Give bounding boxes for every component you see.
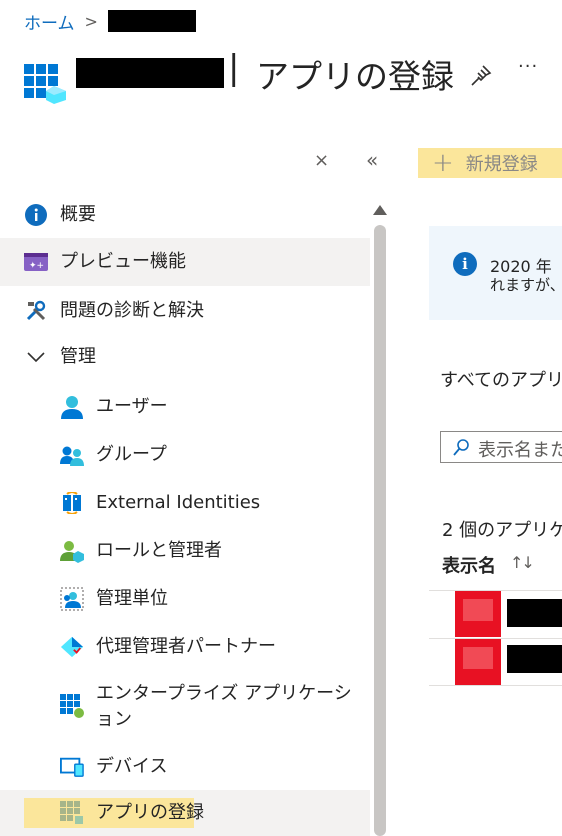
- sidebar-item-label: 管理単位: [96, 588, 168, 609]
- info-banner-text-line2: れますが、: [490, 276, 562, 294]
- preview-features-icon: ✦+: [24, 250, 48, 274]
- search-placeholder: 表示名また: [478, 440, 562, 461]
- tab-all-applications[interactable]: すべてのアプリケ: [440, 366, 562, 392]
- devices-icon: [60, 755, 84, 779]
- breadcrumb-tenant-redacted[interactable]: [107, 10, 196, 32]
- sidebar-nav: 概要 ✦+ プレビュー機能 問題の診断と解決 管理 ユーザー グループ Exte…: [0, 190, 370, 836]
- sidebar-item-label: 代理管理者パートナー: [96, 636, 276, 657]
- user-icon: [60, 395, 84, 419]
- app-registrations-icon: [60, 801, 84, 825]
- roles-icon: [60, 539, 84, 563]
- sidebar-item-app-registrations[interactable]: アプリの登録: [0, 790, 370, 836]
- breadcrumb: ホーム >: [24, 8, 196, 34]
- admin-units-icon: [60, 587, 84, 611]
- app-registrations-icon: [24, 64, 66, 104]
- breadcrumb-separator: >: [84, 11, 98, 31]
- chevron-down-icon: [24, 345, 48, 369]
- app-avatar-icon: [455, 639, 501, 685]
- sidebar-item-label: デバイス: [96, 756, 168, 777]
- sidebar-item-diagnose[interactable]: 問題の診断と解決: [0, 298, 370, 324]
- scroll-up-arrow[interactable]: [371, 202, 389, 221]
- sidebar-group-manage[interactable]: 管理: [0, 344, 370, 370]
- info-icon: i: [453, 252, 477, 276]
- external-identities-icon: [60, 491, 84, 515]
- column-header-display-name[interactable]: 表示名: [442, 552, 496, 578]
- sidebar-item-label: 管理: [60, 346, 96, 367]
- info-icon: [24, 203, 48, 227]
- wrench-icon: [24, 299, 48, 323]
- page-title: アプリの登録: [256, 57, 454, 96]
- more-options-button[interactable]: ···: [518, 56, 538, 77]
- sidebar-item-external-identities[interactable]: External Identities: [0, 490, 370, 516]
- sidebar-item-label: ロールと管理者: [96, 540, 222, 561]
- sidebar-item-label: エンタープライズ アプリケーシ: [96, 683, 352, 704]
- sidebar-item-groups[interactable]: グループ: [0, 442, 370, 468]
- sidebar-item-preview-features[interactable]: ✦+ プレビュー機能: [0, 238, 370, 286]
- sidebar-item-roles[interactable]: ロールと管理者: [0, 538, 370, 564]
- title-separator: |: [228, 48, 240, 88]
- app-count: 2 個のアプリケー: [442, 520, 562, 541]
- partner-icon: [60, 635, 84, 659]
- sidebar-item-label: アプリの登録: [96, 802, 204, 823]
- sidebar-item-label: 概要: [60, 204, 96, 225]
- sidebar-item-label: プレビュー機能: [60, 251, 186, 272]
- sidebar-item-users[interactable]: ユーザー: [0, 394, 370, 420]
- sidebar-item-enterprise-apps[interactable]: エンタープライズ アプリケーシ ョン: [0, 682, 370, 734]
- collapse-sidebar-icon[interactable]: «: [366, 148, 378, 172]
- sidebar-item-label: External Identities: [96, 492, 261, 513]
- app-avatar-icon: [455, 591, 501, 637]
- sidebar-item-label: 問題の診断と解決: [60, 300, 204, 321]
- app-name-redacted[interactable]: [507, 599, 562, 627]
- scrollbar-thumb[interactable]: [374, 225, 386, 836]
- breadcrumb-home-link[interactable]: ホーム: [24, 9, 75, 34]
- sidebar-item-label: ョン: [96, 709, 132, 730]
- new-registration-label: 新規登録: [465, 154, 538, 175]
- sidebar-item-label: ユーザー: [96, 396, 168, 417]
- sort-icon[interactable]: ↑↓: [510, 553, 535, 572]
- plus-icon: +: [432, 148, 454, 178]
- enterprise-apps-icon: [60, 694, 84, 718]
- row-divider: [429, 685, 562, 686]
- sidebar-item-label: グループ: [96, 444, 167, 465]
- sidebar-item-partners[interactable]: 代理管理者パートナー: [0, 634, 370, 660]
- pin-icon[interactable]: [468, 62, 494, 88]
- group-icon: [60, 443, 84, 467]
- tenant-name-redacted: [76, 58, 224, 88]
- sidebar-item-devices[interactable]: デバイス: [0, 754, 370, 780]
- search-icon: [453, 439, 469, 457]
- close-icon[interactable]: ×: [314, 150, 329, 171]
- sidebar-item-overview[interactable]: 概要: [0, 202, 370, 228]
- sidebar-item-admin-units[interactable]: 管理単位: [0, 586, 370, 612]
- new-registration-button[interactable]: + 新規登録: [418, 148, 562, 178]
- svg-text:✦+: ✦+: [29, 261, 44, 271]
- app-name-redacted[interactable]: [507, 645, 562, 673]
